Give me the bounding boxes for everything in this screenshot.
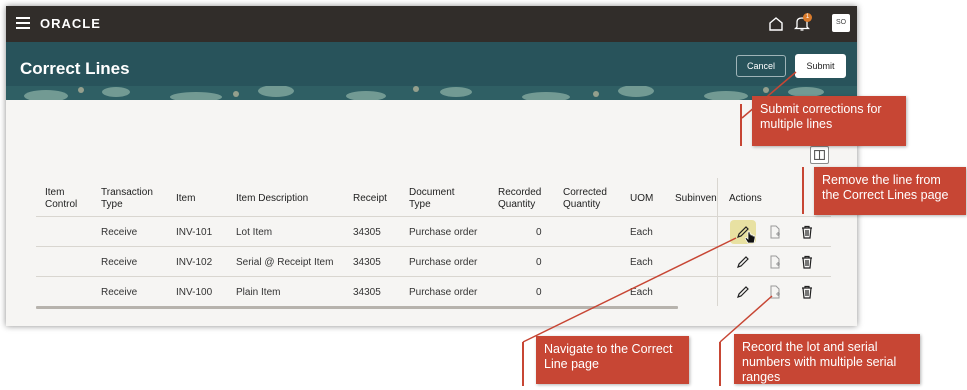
document-plus-icon[interactable] xyxy=(768,285,782,299)
table-row[interactable]: Receive INV-100 Plain Item 34305 Purchas… xyxy=(36,276,831,306)
pencil-icon[interactable] xyxy=(736,285,750,299)
columns-icon[interactable] xyxy=(810,146,829,164)
column-header-actions: Actions xyxy=(729,193,762,204)
cell-recorded-quantity: 0 xyxy=(536,287,542,298)
cell-receipt: 34305 xyxy=(353,227,381,238)
app-window: ORACLE 1 SO Correct Lines Cancel Submit xyxy=(6,6,857,326)
cell-item-description: Lot Item xyxy=(236,227,273,238)
cell-item: INV-102 xyxy=(176,257,213,268)
page-title: Correct Lines xyxy=(20,59,130,78)
home-icon[interactable] xyxy=(768,16,784,32)
cell-item: INV-100 xyxy=(176,287,213,298)
cell-document-type: Purchase order xyxy=(409,287,478,298)
cell-transaction-type: Receive xyxy=(101,227,138,238)
cell-recorded-quantity: 0 xyxy=(536,227,542,238)
column-header-receipt[interactable]: Receipt xyxy=(353,193,387,205)
table-row[interactable]: Receive INV-102 Serial @ Receipt Item 34… xyxy=(36,246,831,276)
column-header-transaction-type[interactable]: Transaction Type xyxy=(101,187,161,211)
column-header-uom[interactable]: UOM xyxy=(630,193,653,205)
document-plus-icon[interactable] xyxy=(768,225,782,239)
hand-cursor-icon xyxy=(745,231,756,244)
actions-column-divider xyxy=(717,178,718,306)
cell-uom: Each xyxy=(630,287,653,298)
cell-recorded-quantity: 0 xyxy=(536,257,542,268)
callout-remove: Remove the line from the Correct Lines p… xyxy=(814,167,966,215)
column-header-corrected-quantity[interactable]: Corrected Quantity xyxy=(563,187,619,211)
cell-item-description: Serial @ Receipt Item xyxy=(236,257,334,268)
hamburger-menu-icon[interactable] xyxy=(16,17,30,29)
cell-uom: Each xyxy=(630,227,653,238)
cell-receipt: 34305 xyxy=(353,287,381,298)
column-header-item-control[interactable]: Item Control xyxy=(45,187,93,211)
callout-record: Record the lot and serial numbers with m… xyxy=(734,334,920,384)
cell-document-type: Purchase order xyxy=(409,227,478,238)
callout-submit: Submit corrections for multiple lines xyxy=(752,96,906,146)
cell-item-description: Plain Item xyxy=(236,287,281,298)
submit-button[interactable]: Submit xyxy=(795,54,846,78)
notification-badge: 1 xyxy=(803,13,812,22)
decorative-banner xyxy=(6,86,857,100)
horizontal-scrollbar[interactable] xyxy=(36,306,678,309)
cell-transaction-type: Receive xyxy=(101,287,138,298)
cell-uom: Each xyxy=(630,257,653,268)
callout-navigate: Navigate to the Correct Line page xyxy=(536,336,689,384)
table-row[interactable]: Receive INV-101 Lot Item 34305 Purchase … xyxy=(36,216,831,246)
column-header-item-description[interactable]: Item Description xyxy=(236,193,308,205)
cancel-button[interactable]: Cancel xyxy=(736,55,786,77)
cell-item: INV-101 xyxy=(176,227,213,238)
document-plus-icon[interactable] xyxy=(768,255,782,269)
column-header-document-type[interactable]: Document Type xyxy=(409,187,469,211)
user-avatar[interactable]: SO xyxy=(832,14,850,32)
cell-receipt: 34305 xyxy=(353,257,381,268)
oracle-logo: ORACLE xyxy=(40,16,101,31)
trash-icon[interactable] xyxy=(800,225,814,239)
pencil-icon[interactable] xyxy=(736,255,750,269)
trash-icon[interactable] xyxy=(800,255,814,269)
table-header: Item Control Transaction Type Item Item … xyxy=(36,178,831,216)
column-header-item[interactable]: Item xyxy=(176,193,195,205)
top-navigation-bar: ORACLE 1 SO xyxy=(6,6,857,42)
column-header-subinventory[interactable]: Subinven xyxy=(675,193,717,205)
cell-document-type: Purchase order xyxy=(409,257,478,268)
cell-transaction-type: Receive xyxy=(101,257,138,268)
column-header-recorded-quantity[interactable]: Recorded Quantity xyxy=(498,187,554,211)
trash-icon[interactable] xyxy=(800,285,814,299)
